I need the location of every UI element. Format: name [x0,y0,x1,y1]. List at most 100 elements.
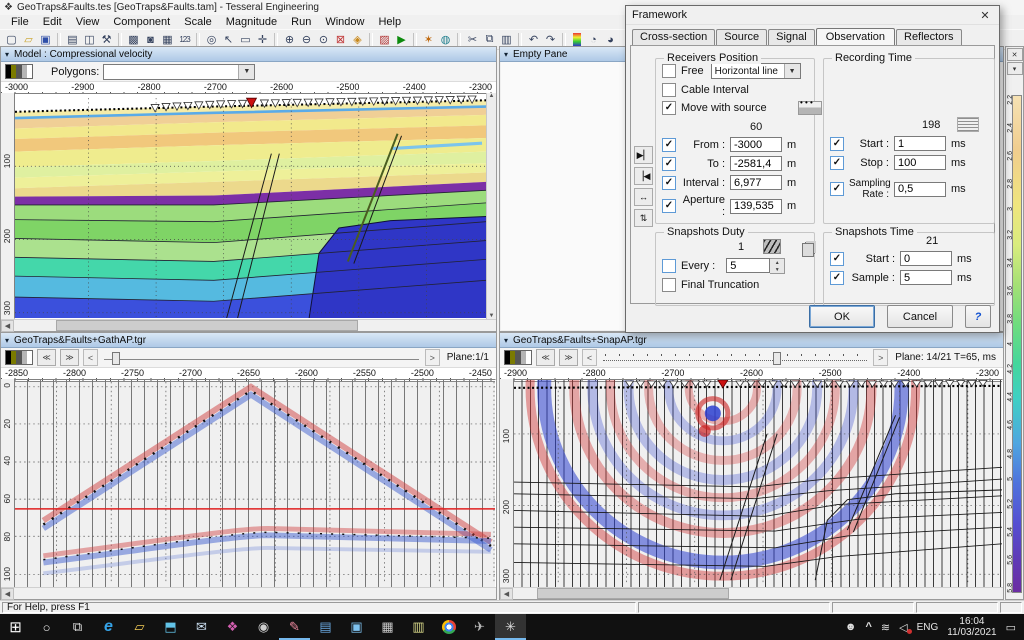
search-icon[interactable]: ○ [31,614,62,640]
calculator-icon[interactable]: ▦ [372,614,403,640]
sampling-rate-field[interactable] [894,182,946,197]
ok-button[interactable]: OK [809,305,875,328]
chrome-icon[interactable]: ◌ [442,620,456,634]
separator[interactable] [518,33,522,46]
photos-icon[interactable]: ▣ [341,614,372,640]
start-checkbox[interactable] [830,137,844,151]
separator[interactable] [413,33,417,46]
from-checkbox[interactable] [662,138,676,152]
menu-item[interactable]: Magnitude [219,16,284,28]
file-explorer-icon[interactable]: ▱ [124,614,155,640]
chevron-down-icon[interactable]: ▼ [238,65,254,79]
polygons-dropdown[interactable]: ▼ [103,64,255,80]
gather-canvas[interactable] [14,379,496,588]
interval-checkbox[interactable] [662,176,676,190]
paint3d-icon[interactable]: ❖ [217,614,248,640]
receiver-mode-dropdown[interactable]: Horizontal line ▼ [711,63,801,79]
gather-plane-slider[interactable] [102,351,421,364]
legend-close-button[interactable]: ✕ [1007,48,1023,61]
collapse-triangle-icon[interactable]: ▾ [504,50,508,59]
wifi-icon[interactable]: ≋ [881,621,890,634]
every-field[interactable] [726,258,770,273]
snap-start-field[interactable] [900,251,952,266]
wordpad-icon[interactable]: ▤ [310,614,341,640]
aperture-field[interactable] [730,199,782,214]
snapshot-canvas[interactable] [513,379,1003,588]
snapshot-pane-header[interactable]: ▾ GeoTraps&Faults+SnapAP.tgr [500,333,1003,348]
menu-item[interactable]: Help [371,16,408,28]
menu-item[interactable]: Component [106,16,177,28]
gather-pane-header[interactable]: ▾ GeoTraps&Faults+GathAP.tgr [1,333,496,348]
prev-plane-button[interactable]: < [83,349,98,366]
sampling-rate-checkbox[interactable] [830,182,844,196]
stop-field[interactable] [894,155,946,170]
colorbar-icon[interactable] [573,33,581,46]
start-field[interactable] [894,136,946,151]
aperture-checkbox[interactable] [662,199,676,213]
tab-cross-section[interactable]: Cross-section [632,29,715,45]
people-icon[interactable]: ☻ [845,621,857,633]
clock[interactable]: 16:04 11/03/2021 [947,616,996,638]
first-plane-button[interactable]: ≪ [536,349,555,366]
gather-hscrollbar[interactable]: ◀ [1,587,496,599]
tab-reflectors[interactable]: Reflectors [896,29,962,45]
model-vscrollbar[interactable]: ▲▼ [486,93,496,319]
volume-icon[interactable]: ◁ [899,621,907,634]
receivers-from-icon[interactable]: ▶▏ [634,146,653,164]
task-view-icon[interactable]: ⧉ [62,614,93,640]
final-truncation-checkbox[interactable] [662,278,676,292]
snap-sample-field[interactable] [900,270,952,285]
palette-swatch[interactable] [504,350,532,365]
separator[interactable] [274,33,278,46]
menu-item[interactable]: File [4,16,36,28]
notes-icon[interactable]: ▥ [403,614,434,640]
paint-icon[interactable]: ✎ [279,614,310,640]
separator[interactable] [369,33,373,46]
palette-swatch[interactable] [5,64,33,79]
menu-item[interactable]: Run [284,16,318,28]
stop-checkbox[interactable] [830,156,844,170]
every-checkbox[interactable] [662,259,676,273]
model-pane-header[interactable]: ▾ Model : Compressional velocity [1,47,496,62]
to-field[interactable] [730,156,782,171]
model-canvas[interactable] [14,93,487,319]
first-plane-button[interactable]: ≪ [37,349,56,366]
snap-sample-checkbox[interactable] [830,271,844,285]
separator[interactable] [562,33,566,46]
separator[interactable] [118,33,122,46]
snap-start-checkbox[interactable] [830,252,844,266]
chevron-down-icon[interactable]: ▼ [784,64,800,78]
to-checkbox[interactable] [662,157,676,171]
collapse-triangle-icon[interactable]: ▾ [5,50,9,59]
collapse-triangle-icon[interactable]: ▾ [5,336,9,345]
menu-item[interactable]: Edit [36,16,69,28]
spinner-arrows[interactable]: ▲▼ [770,258,785,274]
help-button[interactable]: ? [965,305,991,328]
menu-item[interactable]: Scale [177,16,219,28]
receivers-to-icon[interactable]: ▕◀ [634,167,653,185]
tab-signal[interactable]: Signal [768,29,815,45]
next-plane-button[interactable]: > [425,349,440,366]
tesseral-icon[interactable]: ✳ [495,614,526,640]
close-icon[interactable]: ✕ [977,9,993,22]
next-plane-button[interactable]: > [873,349,888,366]
menu-item[interactable]: View [69,16,107,28]
palette-swatch[interactable] [5,350,33,365]
cable-interval-checkbox[interactable] [662,83,676,97]
move-with-source-checkbox[interactable] [662,101,676,115]
snapshot-plane-slider[interactable] [601,351,869,364]
camera-icon[interactable]: ◉ [248,614,279,640]
store-icon[interactable]: ⬒ [155,614,186,640]
receivers-aperture-icon[interactable]: ⇅ [634,209,653,227]
prev-plane-button[interactable]: < [582,349,597,366]
tab-observation[interactable]: Observation [816,28,895,46]
mail-icon[interactable]: ✉ [186,614,217,640]
action-center-icon[interactable]: ▭ [1006,621,1016,634]
model-hscrollbar[interactable]: ◀ [1,319,496,331]
interval-field[interactable] [730,175,782,190]
separator[interactable] [57,33,61,46]
hidden-icons-chevron[interactable]: ^ [865,621,871,633]
collapse-triangle-icon[interactable]: ▾ [504,336,508,345]
from-field[interactable] [730,137,782,152]
snapshot-hscrollbar[interactable]: ◀ [500,587,1003,599]
